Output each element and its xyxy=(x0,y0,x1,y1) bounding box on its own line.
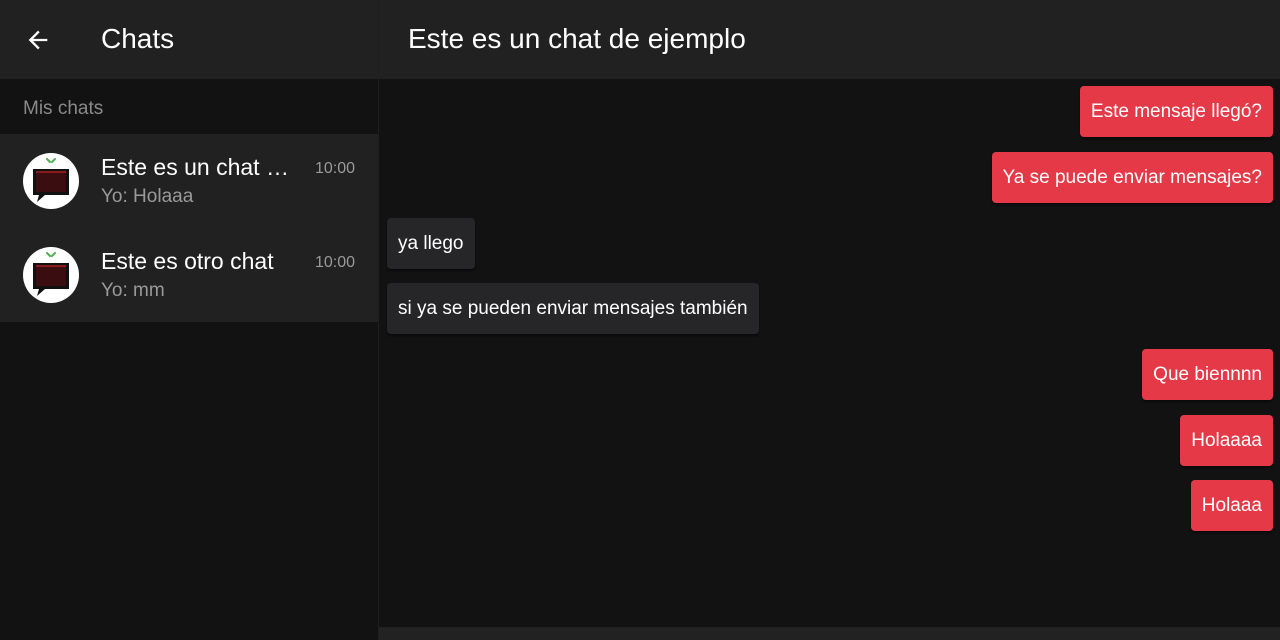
section-label: Mis chats xyxy=(23,98,104,119)
conversation-panel: Este es un chat de ejemplo Este mensaje … xyxy=(379,0,1280,640)
message-bubble-received: ya llego xyxy=(387,218,475,269)
message-bubble-sent: Ya se puede enviar mensajes? xyxy=(991,152,1273,203)
chat-preview: Yo: Holaaa xyxy=(101,186,194,207)
chat-time: 10:00 xyxy=(314,160,355,177)
chat-app: Chats Mis chats Este es un chat de ejemp… xyxy=(0,0,1280,640)
sidebar-title: Chats xyxy=(101,23,175,54)
sidebar-header: Chats xyxy=(0,0,378,79)
message-bubble-sent: Holaaaa xyxy=(1180,415,1273,466)
message-bubble-sent: Este mensaje llegó? xyxy=(1079,86,1273,137)
message-bubble-received: si ya se pueden enviar mensajes también xyxy=(387,283,759,334)
chat-list-item[interactable]: Este es otro chat Yo: mm 10:00 xyxy=(0,228,378,322)
avatar xyxy=(23,247,79,303)
sidebar: Chats Mis chats Este es un chat de ejemp… xyxy=(0,0,379,640)
chat-time: 10:00 xyxy=(314,254,355,271)
message-bubble-sent: Que biennnn xyxy=(1142,349,1273,400)
chat-name: Este es otro chat xyxy=(101,248,274,274)
conversation-header: Este es un chat de ejemplo xyxy=(379,0,1280,79)
arrow-left-icon xyxy=(28,30,48,50)
avatar xyxy=(23,153,79,209)
chat-preview: Yo: mm xyxy=(101,280,165,301)
message-bubble-sent: Holaaa xyxy=(1190,480,1273,531)
back-button[interactable] xyxy=(18,20,58,60)
conversation-title: Este es un chat de ejemplo xyxy=(408,23,746,54)
chat-bubble-logo-icon xyxy=(33,252,69,296)
chat-name: Este es un chat de ejemplo xyxy=(101,154,291,180)
chat-list: Este es un chat de ejemplo Yo: Holaaa 10… xyxy=(0,134,378,322)
message-input-bar[interactable] xyxy=(379,627,1280,640)
chat-list-item[interactable]: Este es un chat de ejemplo Yo: Holaaa 10… xyxy=(0,134,378,228)
chat-bubble-logo-icon xyxy=(33,158,69,202)
